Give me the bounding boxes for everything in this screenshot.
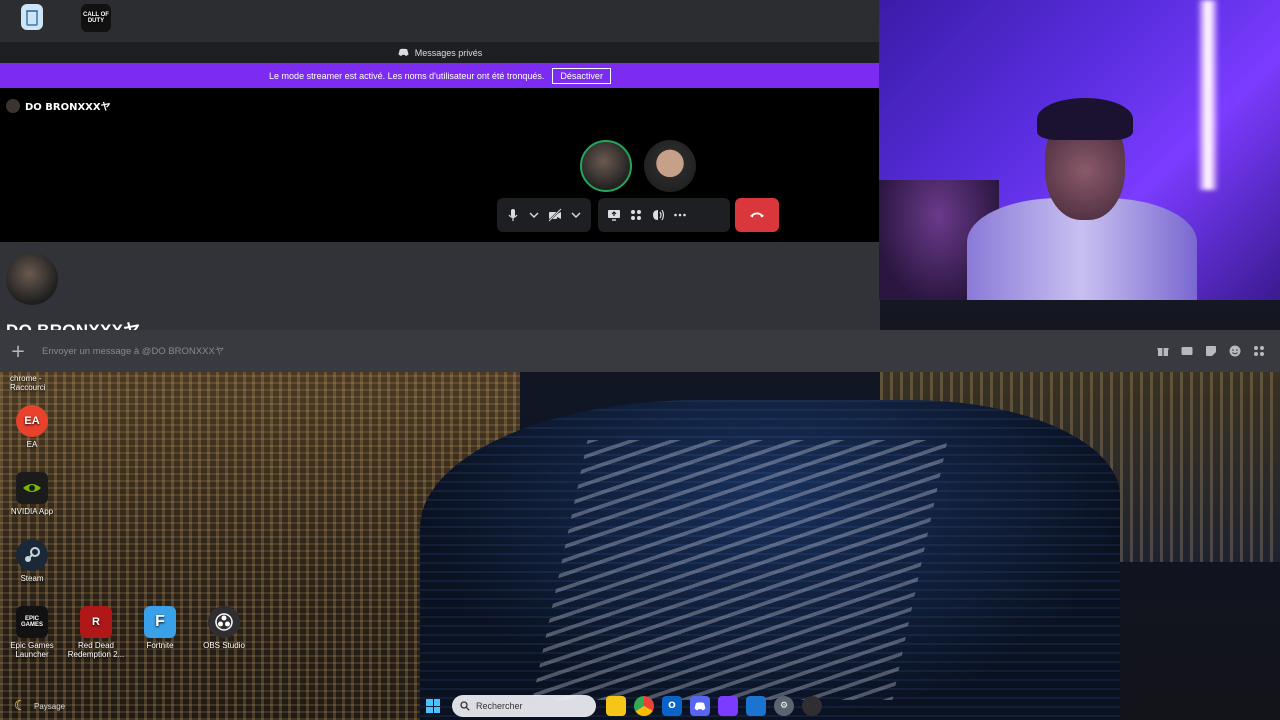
microphone-icon xyxy=(508,209,517,221)
audio-video-controls xyxy=(497,198,591,232)
windows-taskbar: ☾ Paysage Rechercher O ⚙ xyxy=(0,692,1280,720)
activities-icon xyxy=(631,210,641,220)
more-options-button[interactable] xyxy=(670,205,690,225)
desktop-icon-recycle-bin[interactable] xyxy=(0,4,64,33)
camera-button[interactable] xyxy=(545,205,564,225)
message-composer: + xyxy=(0,330,1280,372)
ea-icon: EA xyxy=(16,405,48,437)
red-dead-icon: R xyxy=(80,606,112,638)
chrome-icon[interactable] xyxy=(634,696,654,716)
screen-share-icon xyxy=(608,210,620,221)
steam-icon xyxy=(16,539,48,571)
desktop-icon-label: OBS Studio xyxy=(203,641,245,650)
avatar xyxy=(6,98,20,113)
obs-taskbar-icon[interactable] xyxy=(802,696,822,716)
share-screen-button[interactable] xyxy=(604,205,624,225)
call-action-controls xyxy=(598,198,730,232)
recycle-bin-icon xyxy=(21,4,43,30)
sticker-button[interactable] xyxy=(1204,344,1218,358)
desktop-icon-steam[interactable]: Steam xyxy=(0,539,64,583)
camera-options-chevron[interactable] xyxy=(566,205,585,225)
dm-profile-header: DO BRONXXXヤ xyxy=(0,242,880,340)
search-placeholder: Rechercher xyxy=(476,701,523,711)
wallpaper-boats xyxy=(532,440,948,700)
desktop-icon-label: Red Dead Redemption 2... xyxy=(67,641,125,660)
start-button[interactable] xyxy=(426,699,440,713)
desktop-icon-label: Epic Games Launcher xyxy=(10,641,54,660)
outlook-icon[interactable]: O xyxy=(662,696,682,716)
desktop-icon-label: NVIDIA App xyxy=(10,507,54,516)
fortnite-icon: F xyxy=(144,606,176,638)
window-titlebar: Messages privés xyxy=(0,42,880,63)
window-title: Messages privés xyxy=(414,47,483,58)
participant-avatar[interactable] xyxy=(644,140,696,192)
gif-icon xyxy=(1181,347,1193,355)
file-explorer-icon[interactable] xyxy=(606,696,626,716)
microphone-options-chevron[interactable] xyxy=(524,205,543,225)
desktop-top-strip: CALL OF DUTY xyxy=(0,0,880,42)
profile-avatar[interactable] xyxy=(6,253,58,305)
epic-games-icon: EPIC GAMES xyxy=(16,606,48,638)
chevron-down-icon xyxy=(571,212,580,218)
apps-button[interactable] xyxy=(1252,344,1266,358)
taskbar-apps: O ⚙ xyxy=(606,696,822,716)
weather-label: Paysage xyxy=(34,702,66,711)
gift-icon xyxy=(1157,348,1169,356)
hangup-phone-icon xyxy=(750,212,764,218)
soundboard-icon xyxy=(653,209,665,221)
webcam-led-light xyxy=(1197,0,1219,190)
desktop-icon-call-of-duty[interactable]: CALL OF DUTY xyxy=(64,4,128,35)
game-icon[interactable] xyxy=(718,696,738,716)
desktop-icon-obs[interactable]: OBS Studio xyxy=(192,606,256,650)
composer-tools xyxy=(1156,344,1280,358)
desktop-icon-label: chrome - Raccourci xyxy=(10,374,46,393)
settings-icon[interactable]: ⚙ xyxy=(774,696,794,716)
message-input[interactable] xyxy=(36,345,1156,357)
emoji-icon xyxy=(1229,345,1241,357)
obs-icon xyxy=(208,606,240,638)
desktop-icon-ea[interactable]: EA EA xyxy=(0,405,64,449)
apps-icon xyxy=(1254,346,1264,356)
voice-call-area: DO BRONXXXヤ xyxy=(0,88,880,242)
nvidia-icon xyxy=(16,472,48,504)
webcam-feed xyxy=(879,0,1280,300)
chevron-down-icon xyxy=(529,212,538,218)
soundboard-button[interactable] xyxy=(648,205,668,225)
call-username: DO BRONXXXヤ xyxy=(25,102,111,113)
desktop-icon-red-dead[interactable]: R Red Dead Redemption 2... xyxy=(64,606,128,659)
participant-avatar-speaking[interactable] xyxy=(580,140,632,192)
desktop-icon-label: EA xyxy=(26,440,38,449)
store-icon[interactable] xyxy=(746,696,766,716)
desktop-icon-label: Steam xyxy=(20,574,44,583)
gift-button[interactable] xyxy=(1156,344,1170,358)
weather-moon-icon[interactable]: ☾ xyxy=(14,698,27,714)
call-header: DO BRONXXXヤ xyxy=(6,98,111,113)
disable-streamer-mode-button[interactable]: Désactiver xyxy=(552,67,611,84)
streamer-mode-text: Le mode streamer est activé. Les noms d'… xyxy=(269,70,545,81)
desktop-icon-label: Fortnite xyxy=(146,641,174,650)
streamer-mode-banner: Le mode streamer est activé. Les noms d'… xyxy=(0,63,880,88)
discord-logo-icon xyxy=(398,48,409,56)
taskbar-search[interactable]: Rechercher xyxy=(452,695,596,717)
microphone-button[interactable] xyxy=(503,205,522,225)
webcam-streamer xyxy=(967,98,1197,300)
desktop-icon-nvidia[interactable]: NVIDIA App xyxy=(0,472,64,516)
emoji-button[interactable] xyxy=(1228,344,1242,358)
webcam-streamer-cap xyxy=(1037,98,1133,140)
gif-button[interactable] xyxy=(1180,344,1194,358)
call-of-duty-icon: CALL OF DUTY xyxy=(81,4,111,32)
activities-button[interactable] xyxy=(626,205,646,225)
more-icon xyxy=(674,213,686,217)
sticker-icon xyxy=(1206,346,1216,356)
desktop-icon-fortnite[interactable]: F Fortnite xyxy=(128,606,192,650)
attach-upload-button[interactable]: + xyxy=(0,341,36,362)
search-icon xyxy=(460,701,470,711)
desktop-icon-chrome[interactable]: chrome - Raccourci xyxy=(0,374,64,392)
desktop-icon-epic-games[interactable]: EPIC GAMES Epic Games Launcher xyxy=(0,606,64,659)
camera-off-icon xyxy=(547,208,562,222)
disconnect-call-button[interactable] xyxy=(735,198,779,232)
discord-window: CALL OF DUTY Messages privés Le mode str… xyxy=(0,0,880,340)
discord-icon[interactable] xyxy=(690,696,710,716)
